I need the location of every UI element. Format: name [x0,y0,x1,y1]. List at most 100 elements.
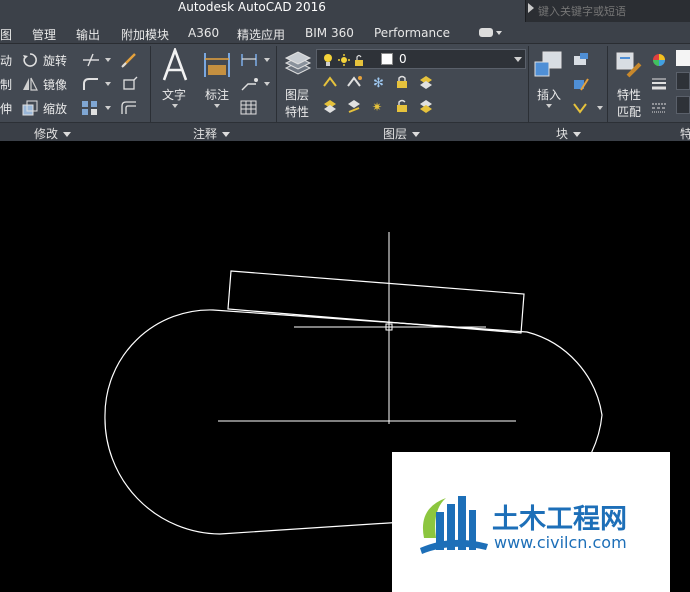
layer-isolate-icon [347,76,362,87]
fillet-icon[interactable] [81,76,101,92]
svg-text:✷: ✷ [372,100,382,114]
layer-freeze-icon: ✻ [373,76,384,90]
ribbon-tabs: 图 管理 输出 附加模块 A360 精选应用 BIM 360 Performan… [0,22,690,44]
dimension-button[interactable]: 标注 [205,86,229,103]
layer-color-swatch [381,53,393,65]
chevron-down-icon[interactable] [214,104,220,108]
linetype-dropdown[interactable] [676,96,690,114]
search-input[interactable] [538,1,688,21]
scale-icon[interactable] [22,100,38,116]
match-properties-line1[interactable]: 特性 [617,86,641,103]
layer-off-icon [323,76,337,87]
tab-performance[interactable]: Performance [374,26,450,40]
table-icon[interactable] [240,100,258,116]
chevron-down-icon[interactable] [546,104,552,108]
explode-icon[interactable] [120,76,140,92]
chevron-down-icon[interactable] [264,82,270,86]
move-label[interactable]: 动 [0,52,12,69]
autocad-window: Autodesk AutoCAD 2016 图 管理 输出 附加模块 A360 … [0,0,690,592]
color-dropdown[interactable] [676,50,690,66]
tab-addins[interactable]: 附加模块 [121,26,169,43]
chevron-down-icon [496,31,502,35]
rotate-button[interactable]: 旋转 [43,52,67,69]
mirror-icon[interactable] [22,76,38,92]
tab-output[interactable]: 输出 [76,26,100,43]
watermark-url: www.civilcn.com [494,533,627,552]
tab-bim360[interactable]: BIM 360 [305,26,354,40]
chevron-down-icon[interactable] [105,82,111,86]
layers-panel-label[interactable]: 图层 [383,125,420,142]
chevron-down-icon[interactable] [514,57,522,62]
text-button[interactable]: 文字 [162,86,186,103]
layer-unlock-icon [397,99,407,112]
insert-button[interactable]: 插入 [537,86,561,103]
array-icon[interactable] [81,100,99,116]
layer-tools-row-1[interactable]: ✻ [322,74,432,90]
erase-icon[interactable] [120,52,140,68]
tab-manage[interactable]: 管理 [32,26,56,43]
edit-block-icon[interactable] [572,76,590,92]
annotation-panel-label[interactable]: 注释 [193,125,230,142]
chevron-down-icon[interactable] [105,106,111,110]
layer-match-icon [420,76,432,89]
copy-label[interactable]: 制 [0,76,12,93]
layer-tools-row-2[interactable]: ✷ [322,98,432,114]
stretch-label[interactable]: 伸 [0,100,12,117]
layer-properties-icon[interactable] [284,50,312,78]
watermark-brand: 土木工程网 [492,504,627,535]
search-expand-icon[interactable] [528,3,534,13]
tab-a360[interactable]: A360 [188,26,219,40]
current-layer-name: 0 [399,52,407,66]
layer-lock-icon [397,75,407,88]
lightbulb-icon [324,54,332,66]
layer-properties-line1[interactable]: 图层 [285,86,309,103]
tab-view[interactable]: 图 [0,26,12,43]
chevron-down-icon[interactable] [264,58,270,62]
modify-panel-label[interactable]: 修改 [34,125,71,142]
layer-state-icons [324,54,363,66]
layer-thaw-icon: ✷ [372,100,382,114]
tab-featured-apps[interactable]: 精选应用 [237,26,285,43]
layer-merge-icon [420,100,432,113]
rotate-icon[interactable] [22,52,38,68]
watermark-graphic: 土木工程网 www.civilcn.com [420,496,627,554]
linetype-icon[interactable] [651,100,667,116]
rectangle-entity[interactable] [227,270,525,334]
svg-text:✻: ✻ [373,76,384,90]
create-block-icon[interactable] [572,52,590,68]
offset-icon[interactable] [120,100,140,116]
insert-block-icon[interactable] [533,50,565,80]
block-attribute-icon[interactable] [572,100,594,116]
search-box[interactable] [525,0,690,22]
layer-on-icon [324,100,336,113]
brand-logo-icon [420,496,488,554]
dimension-icon[interactable] [202,50,232,80]
lineweight-dropdown[interactable] [676,72,690,90]
chevron-down-icon[interactable] [105,58,111,62]
panel-toggle-icon [479,28,493,37]
mirror-button[interactable]: 镜像 [43,76,67,93]
layer-walk-icon [348,100,360,113]
unlock-icon [355,54,363,66]
watermark-box: 土木工程网 www.civilcn.com [392,452,670,592]
sun-icon [338,54,350,66]
window-title: Autodesk AutoCAD 2016 [178,0,326,14]
block-panel-label[interactable]: 块 [556,125,581,142]
text-icon[interactable] [161,48,189,82]
chevron-down-icon[interactable] [172,104,178,108]
scale-button[interactable]: 缩放 [43,100,67,117]
color-wheel-icon[interactable] [651,52,667,68]
match-properties-line2[interactable]: 匹配 [617,103,641,120]
properties-panel-label[interactable]: 特 [680,125,690,142]
lineweight-icon[interactable] [651,76,667,92]
ribbon-options-button[interactable] [477,26,503,40]
title-bar: Autodesk AutoCAD 2016 [0,0,690,22]
layer-properties-line2[interactable]: 特性 [285,103,309,120]
trim-icon[interactable] [81,52,101,68]
layer-dropdown[interactable]: 0 [316,49,526,69]
ribbon-panel-labels: 修改 注释 图层 块 特 [0,122,690,141]
linear-dimension-icon[interactable] [240,52,260,68]
chevron-down-icon[interactable] [597,106,603,110]
leader-icon[interactable] [240,76,260,92]
match-properties-icon[interactable] [614,50,644,80]
